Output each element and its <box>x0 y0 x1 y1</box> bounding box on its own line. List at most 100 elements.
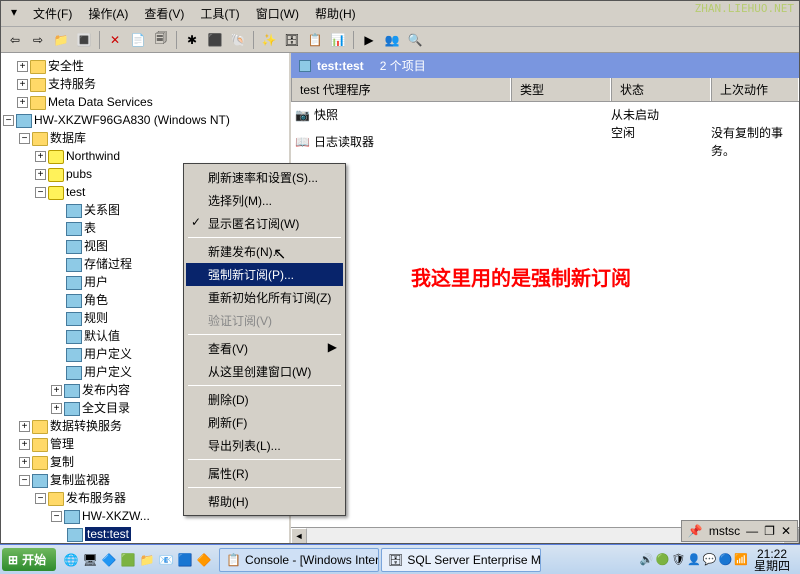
collapse-icon[interactable]: − <box>3 115 14 126</box>
tree-item[interactable]: 全文目录 <box>82 401 130 415</box>
col-type[interactable]: 类型 <box>511 78 611 101</box>
expand-icon[interactable]: + <box>35 151 46 162</box>
tray-icon[interactable]: 🔵 <box>719 553 733 566</box>
minimize-icon[interactable]: — <box>746 524 758 538</box>
list-row[interactable]: 📖日志读取器 空闲 没有复制的事务。 <box>295 124 795 160</box>
tree-pubsrv[interactable]: 发布服务器 <box>66 491 126 505</box>
app-icon[interactable]: 📁 <box>138 551 156 569</box>
menu-item[interactable]: 导出列表(L)... <box>186 434 343 457</box>
tool-icon[interactable]: 📊 <box>328 30 348 50</box>
col-status[interactable]: 状态 <box>611 78 711 101</box>
tree-db-group[interactable]: 数据库 <box>50 131 86 145</box>
tree-node[interactable]: 安全性 <box>48 59 84 73</box>
tree-testtest[interactable]: test:test <box>85 527 131 541</box>
restore-icon[interactable]: ❐ <box>764 524 775 538</box>
tree-item[interactable]: 默认值 <box>84 329 120 343</box>
tool-icon[interactable]: 🐚 <box>228 30 248 50</box>
pin-icon[interactable]: 📌 <box>688 524 703 538</box>
tree-item[interactable]: 角色 <box>84 293 108 307</box>
expand-icon[interactable]: + <box>19 457 30 468</box>
menu-item[interactable]: 删除(D) <box>186 388 343 411</box>
tray-icon[interactable]: 👤 <box>687 553 701 566</box>
tree-repl[interactable]: 复制 <box>50 455 74 469</box>
tree-svc[interactable]: 数据转换服务 <box>50 419 122 433</box>
tree-item[interactable]: 视图 <box>84 239 108 253</box>
menu-item[interactable]: 查看(V)▶ <box>186 337 343 360</box>
collapse-icon[interactable]: − <box>19 133 30 144</box>
tree-hw[interactable]: HW-XKZW... <box>82 509 150 523</box>
menu-item[interactable]: 强制新订阅(P)... <box>186 263 343 286</box>
col-agent[interactable]: test 代理程序 <box>291 78 511 101</box>
collapse-icon[interactable]: − <box>35 187 46 198</box>
close-icon[interactable]: ✕ <box>781 524 791 538</box>
task-button[interactable]: 🗄 SQL Server Enterprise M... <box>381 548 541 572</box>
tree-db-test[interactable]: test <box>66 185 85 199</box>
back-icon[interactable]: ⇦ <box>5 30 25 50</box>
tree-item[interactable]: 存储过程 <box>84 257 132 271</box>
tree-node[interactable]: 支持服务 <box>48 77 96 91</box>
collapse-icon[interactable]: − <box>19 475 30 486</box>
tree-item[interactable]: 关系图 <box>84 203 120 217</box>
collapse-icon[interactable]: − <box>35 493 46 504</box>
tool-icon[interactable]: 📋 <box>305 30 325 50</box>
menu-item[interactable]: ✓显示匿名订阅(W) <box>186 212 343 235</box>
tree-item[interactable]: 发布内容 <box>82 383 130 397</box>
app-icon[interactable]: 🟩 <box>119 551 137 569</box>
menu-item[interactable]: 刷新速率和设置(S)... <box>186 166 343 189</box>
menu-item[interactable]: 重新初始化所有订阅(Z) <box>186 286 343 309</box>
props-icon[interactable]: 📄 <box>128 30 148 50</box>
expand-icon[interactable]: + <box>51 385 62 396</box>
users-icon[interactable]: 👥 <box>382 30 402 50</box>
fwd-icon[interactable]: ⇨ <box>28 30 48 50</box>
tree-item[interactable]: 规则 <box>84 311 108 325</box>
tree-replmon[interactable]: 复制监视器 <box>50 473 110 487</box>
desktop-icon[interactable]: 🖥 <box>81 551 99 569</box>
expand-icon[interactable]: + <box>35 169 46 180</box>
show-icon[interactable]: 🔳 <box>74 30 94 50</box>
ie-icon[interactable]: 🌐 <box>62 551 80 569</box>
menu-window[interactable]: 窗口(W) <box>250 3 305 24</box>
clock[interactable]: 21:22 星期四 <box>750 548 794 572</box>
refresh-icon[interactable]: 🗐 <box>151 30 171 50</box>
tree-server[interactable]: HW-XKZWF96GA830 (Windows NT) <box>34 113 230 127</box>
list-body[interactable]: 📷快照 从未启动 📖日志读取器 空闲 没有复制的事务。 我这里用的是强制新订阅 <box>291 102 799 527</box>
up-icon[interactable]: 📁 <box>51 30 71 50</box>
expand-icon[interactable]: + <box>19 421 30 432</box>
collapse-icon[interactable]: − <box>51 511 62 522</box>
tree-item[interactable]: 用户定义 <box>84 347 132 361</box>
expand-icon[interactable]: + <box>19 439 30 450</box>
menu-file[interactable]: 文件(F) <box>27 3 78 24</box>
tree-item[interactable]: 表 <box>84 221 96 235</box>
run-icon[interactable]: ▶ <box>359 30 379 50</box>
tree-db[interactable]: Northwind <box>66 149 120 163</box>
tray-icon[interactable]: 📶 <box>734 553 748 566</box>
tool-icon[interactable]: ✱ <box>182 30 202 50</box>
db-icon[interactable]: 🗄 <box>282 30 302 50</box>
tree-item[interactable]: 用户 <box>84 275 108 289</box>
tray-icon[interactable]: 🛡 <box>671 553 685 566</box>
app-icon[interactable]: 🔷 <box>100 551 118 569</box>
col-action[interactable]: 上次动作 <box>711 78 799 101</box>
menu-help[interactable]: 帮助(H) <box>309 3 362 24</box>
expand-icon[interactable]: + <box>17 61 28 72</box>
menu-view[interactable]: 查看(V) <box>138 3 190 24</box>
query-icon[interactable]: 🔍 <box>405 30 425 50</box>
scroll-left-icon[interactable]: ◄ <box>291 528 307 543</box>
expand-icon[interactable]: + <box>17 97 28 108</box>
start-button[interactable]: ⊞ 开始 <box>2 548 56 571</box>
expand-icon[interactable]: + <box>17 79 28 90</box>
menu-tools[interactable]: 工具(T) <box>194 3 245 24</box>
wizard-icon[interactable]: ✨ <box>259 30 279 50</box>
tray-icon[interactable]: 🟢 <box>656 553 670 566</box>
list-row[interactable]: 📷快照 从未启动 <box>295 106 795 124</box>
tree-node[interactable]: Meta Data Services <box>48 95 153 109</box>
app-icon[interactable]: 🟦 <box>176 551 194 569</box>
menu-item[interactable]: 选择列(M)... <box>186 189 343 212</box>
task-button[interactable]: 📋 Console - [Windows Inter... <box>219 548 379 572</box>
mstsc-bar[interactable]: 📌 mstsc — ❐ ✕ <box>681 520 798 542</box>
delete-icon[interactable]: ✕ <box>105 30 125 50</box>
menu-item[interactable]: 帮助(H) <box>186 490 343 513</box>
tree-mgmt[interactable]: 管理 <box>50 437 74 451</box>
app-icon[interactable]: 📧 <box>157 551 175 569</box>
tray-icon[interactable]: 💬 <box>703 553 717 566</box>
